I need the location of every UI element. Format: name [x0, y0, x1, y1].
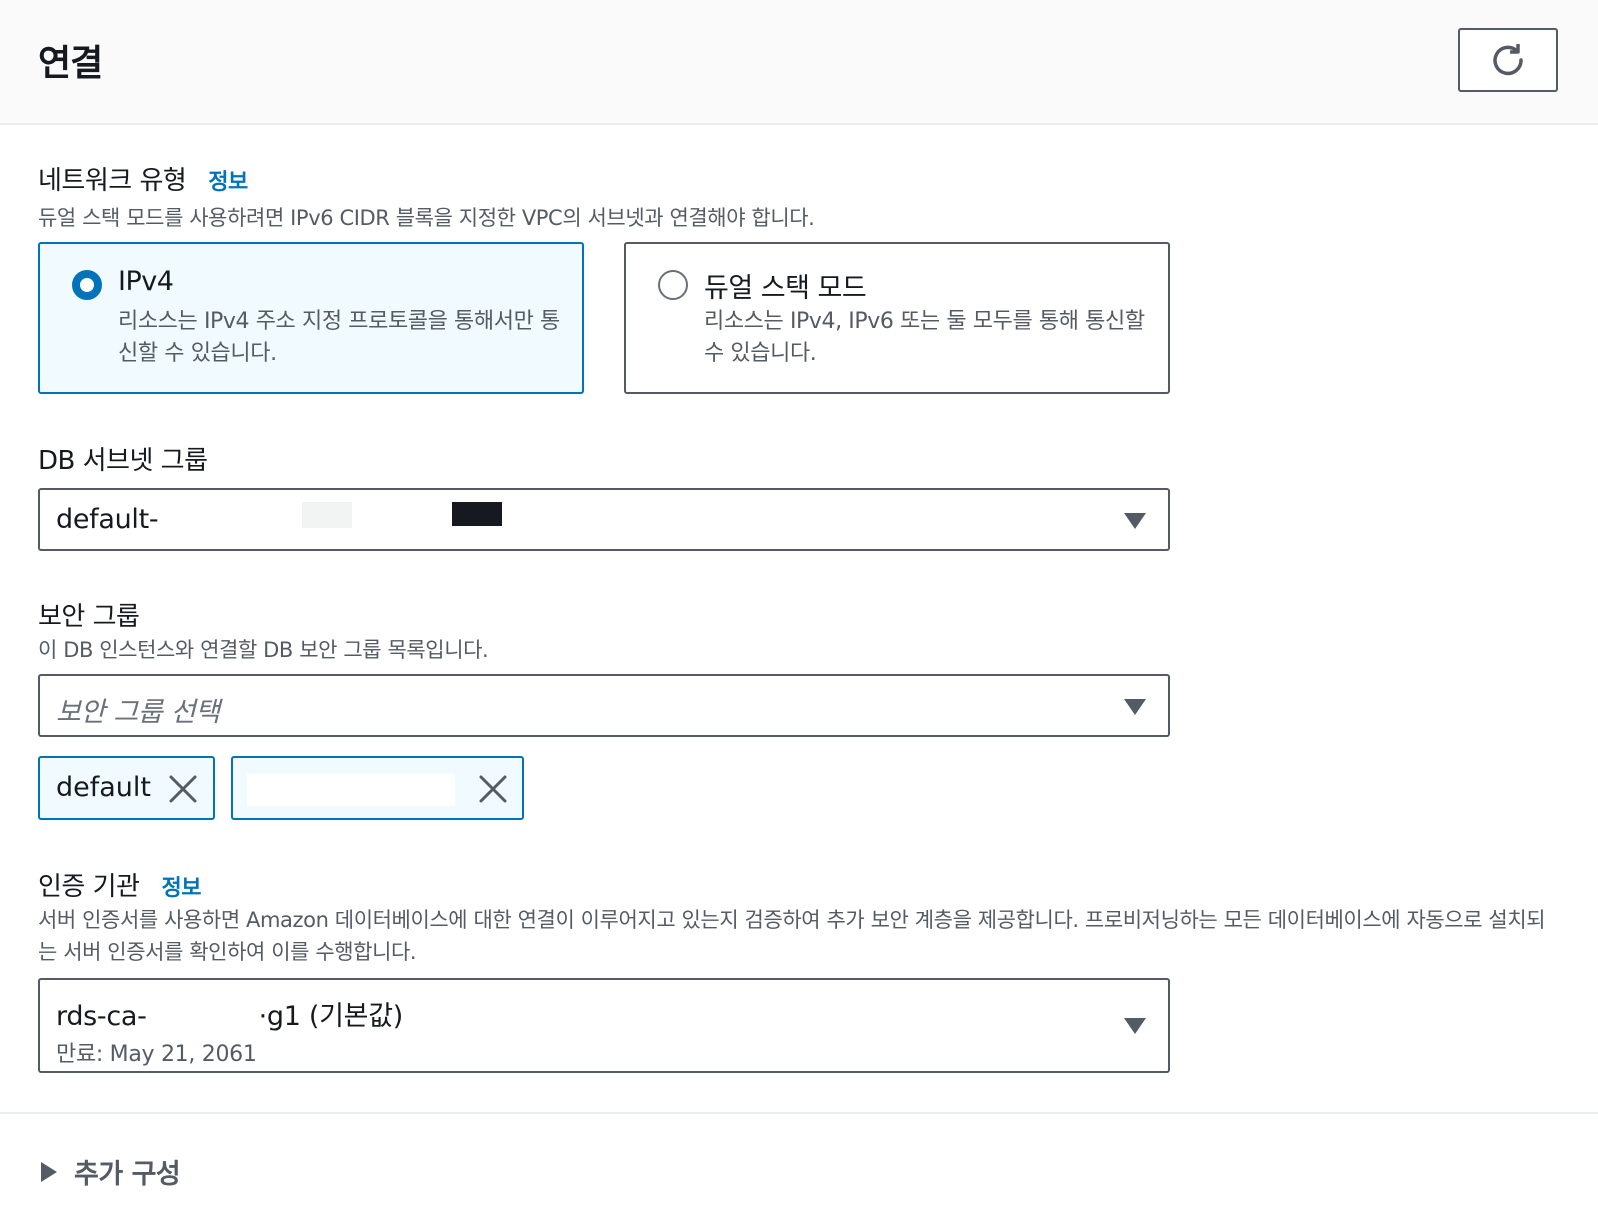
network-type-option-dual-stack[interactable]: 듀얼 스택 모드 리소스는 IPv4, IPv6 또는 둘 모두를 통해 통신할…	[624, 242, 1170, 394]
chevron-down-icon	[1124, 1018, 1146, 1034]
refresh-icon	[1493, 44, 1523, 76]
dual-stack-title: 듀얼 스택 모드	[704, 273, 867, 304]
certificate-expiry: 만료: May 21, 2061	[56, 1042, 257, 1067]
caret-right-icon	[41, 1161, 57, 1182]
certificate-authority-label: 인증 기관 정보	[38, 866, 201, 903]
chevron-down-icon	[1124, 513, 1146, 529]
security-group-label: 보안 그룹	[38, 602, 140, 632]
refresh-button[interactable]	[1458, 28, 1558, 92]
dual-stack-description: 리소스는 IPv4, IPv6 또는 둘 모두를 통해 통신할 수 있습니다.	[704, 309, 1145, 366]
subnet-group-value: default-	[56, 504, 159, 535]
redacted-block	[302, 502, 352, 528]
security-group-token: default	[38, 756, 215, 820]
token-label: default	[56, 772, 152, 803]
subnet-group-select[interactable]: default-	[38, 488, 1170, 551]
network-type-info-link[interactable]: 정보	[208, 170, 248, 195]
network-type-option-ipv4[interactable]: IPv4 리소스는 IPv4 주소 지정 프로토콜을 통해서만 통신할 수 있습…	[38, 242, 584, 394]
close-icon[interactable]	[168, 774, 198, 804]
redacted-block	[452, 502, 502, 526]
additional-config-expander[interactable]: 추가 구성	[40, 1152, 181, 1191]
chevron-down-icon	[1124, 699, 1146, 715]
section-title: 연결	[38, 43, 103, 84]
security-group-description: 이 DB 인스턴스와 연결할 DB 보안 그룹 목록입니다.	[38, 638, 489, 662]
additional-config-label: 추가 구성	[74, 1159, 181, 1190]
subnet-group-label: DB 서브넷 그룹	[38, 446, 208, 476]
certificate-value-suffix: ·g1 (기본값)	[258, 1001, 404, 1032]
certificate-authority-label-text: 인증 기관	[38, 872, 140, 902]
security-group-select[interactable]: 보안 그룹 선택	[38, 674, 1170, 737]
certificate-value: rds-ca- ·g1 (기본값)	[56, 994, 403, 1033]
close-icon[interactable]	[478, 774, 508, 804]
security-group-placeholder: 보안 그룹 선택	[56, 697, 220, 728]
dual-stack-radio[interactable]	[658, 270, 688, 300]
network-type-label-text: 네트워크 유형	[38, 166, 187, 196]
certificate-authority-description: 서버 인증서를 사용하면 Amazon 데이터베이스에 대한 연결이 이루어지고…	[38, 908, 1546, 964]
ipv4-title: IPv4	[118, 266, 174, 297]
network-type-description: 듀얼 스택 모드를 사용하려면 IPv6 CIDR 블록을 지정한 VPC의 서…	[38, 206, 815, 230]
ipv4-radio[interactable]	[72, 270, 102, 300]
certificate-value-prefix: rds-ca-	[56, 1001, 147, 1032]
certificate-authority-select[interactable]: rds-ca- ·g1 (기본값) 만료: May 21, 2061	[38, 978, 1170, 1073]
ipv4-description: 리소스는 IPv4 주소 지정 프로토콜을 통해서만 통신할 수 있습니다.	[118, 309, 560, 366]
section-header: 연결	[0, 0, 1598, 125]
certificate-authority-info-link[interactable]: 정보	[161, 876, 201, 901]
token-label	[247, 774, 455, 806]
security-group-token	[231, 756, 524, 820]
network-type-label: 네트워크 유형 정보	[38, 160, 248, 197]
section-divider	[0, 1112, 1598, 1114]
